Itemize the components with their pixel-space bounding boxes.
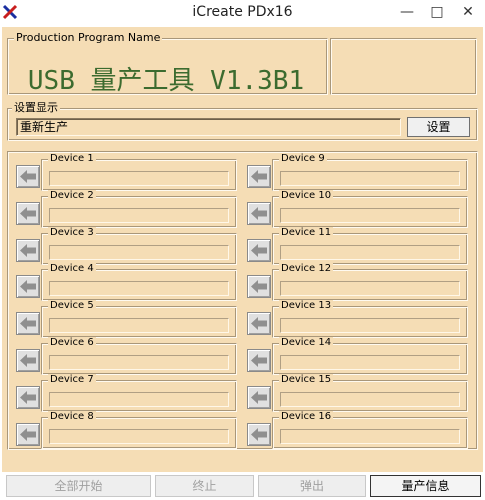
device-7-status-button[interactable] — [16, 386, 40, 409]
device-12-status-button[interactable] — [247, 275, 271, 298]
device-10-slot: Device 10 — [272, 190, 468, 228]
restore-button[interactable]: □ — [426, 2, 448, 22]
left-arrow-icon — [20, 428, 36, 441]
device-4-status-button[interactable] — [16, 275, 40, 298]
device-9-status-button[interactable] — [247, 165, 271, 188]
device-label: Device 16 — [279, 411, 334, 423]
action-bar: 全部开始 终止 弹出 量产信息 — [0, 472, 485, 500]
device-label: Device 12 — [279, 263, 334, 275]
device-label: Device 4 — [48, 263, 96, 275]
device-6-progress-field — [49, 355, 229, 370]
left-arrow-icon — [251, 244, 267, 257]
device-13-status-button[interactable] — [247, 312, 271, 335]
eject-button[interactable]: 弹出 — [258, 475, 366, 497]
program-name-value: USB 量产工具 V1.3B1 — [27, 66, 305, 96]
device-15-slot: Device 15 — [272, 374, 468, 412]
left-arrow-icon — [251, 317, 267, 330]
program-info-box — [330, 38, 477, 95]
device-10-progress-field — [280, 208, 460, 223]
minimize-button[interactable]: — — [396, 2, 418, 22]
device-15-progress-field — [280, 392, 460, 407]
device-14-progress-field — [280, 355, 460, 370]
device-5-progress-field — [49, 318, 229, 333]
device-7-slot: Device 7 — [41, 374, 237, 412]
device-4-slot: Device 4 — [41, 263, 237, 301]
settings-display-label: 设置显示 — [12, 101, 60, 114]
left-arrow-icon — [20, 391, 36, 404]
settings-button[interactable]: 设置 — [407, 117, 470, 137]
device-6-slot: Device 6 — [41, 337, 237, 375]
device-11-progress-field — [280, 245, 460, 260]
device-label: Device 10 — [279, 190, 334, 202]
device-8-slot: Device 8 — [41, 411, 237, 449]
device-label: Device 9 — [279, 153, 327, 165]
left-arrow-icon — [251, 428, 267, 441]
device-label: Device 7 — [48, 374, 96, 386]
device-8-status-button[interactable] — [16, 423, 40, 446]
program-name-label: Production Program Name — [14, 31, 163, 44]
left-arrow-icon — [251, 354, 267, 367]
device-5-slot: Device 5 — [41, 300, 237, 338]
device-7-progress-field — [49, 392, 229, 407]
device-5-status-button[interactable] — [16, 312, 40, 335]
device-14-status-button[interactable] — [247, 349, 271, 372]
left-arrow-icon — [20, 317, 36, 330]
left-arrow-icon — [20, 354, 36, 367]
device-label: Device 1 — [48, 153, 96, 165]
device-label: Device 6 — [48, 337, 96, 349]
device-label: Device 8 — [48, 411, 96, 423]
main-panel: Production Program Name USB 量产工具 V1.3B1 … — [2, 27, 483, 498]
device-3-slot: Device 3 — [41, 227, 237, 265]
device-1-progress-field — [49, 171, 229, 186]
device-label: Device 3 — [48, 227, 96, 239]
left-arrow-icon — [20, 244, 36, 257]
device-2-progress-field — [49, 208, 229, 223]
device-12-slot: Device 12 — [272, 263, 468, 301]
title-bar[interactable]: iCreate PDx16 — □ ✕ — [0, 0, 485, 26]
left-arrow-icon — [251, 207, 267, 220]
device-6-status-button[interactable] — [16, 349, 40, 372]
device-16-status-button[interactable] — [247, 423, 271, 446]
device-3-status-button[interactable] — [16, 239, 40, 262]
device-11-status-button[interactable] — [247, 239, 271, 262]
left-arrow-icon — [251, 391, 267, 404]
device-9-progress-field — [280, 171, 460, 186]
production-info-button[interactable]: 量产信息 — [370, 475, 481, 497]
device-9-slot: Device 9 — [272, 153, 468, 191]
device-4-progress-field — [49, 281, 229, 296]
left-arrow-icon — [20, 170, 36, 183]
device-14-slot: Device 14 — [272, 337, 468, 375]
device-label: Device 15 — [279, 374, 334, 386]
left-arrow-icon — [251, 170, 267, 183]
close-button[interactable]: ✕ — [457, 2, 479, 22]
device-13-slot: Device 13 — [272, 300, 468, 338]
device-8-progress-field — [49, 429, 229, 444]
device-label: Device 2 — [48, 190, 96, 202]
settings-display-field: 重新生产 — [16, 118, 401, 136]
device-16-slot: Device 16 — [272, 411, 468, 449]
device-label: Device 14 — [279, 337, 334, 349]
device-label: Device 11 — [279, 227, 334, 239]
device-15-status-button[interactable] — [247, 386, 271, 409]
device-11-slot: Device 11 — [272, 227, 468, 265]
device-3-progress-field — [49, 245, 229, 260]
start-all-button[interactable]: 全部开始 — [6, 475, 151, 497]
device-2-slot: Device 2 — [41, 190, 237, 228]
device-13-progress-field — [280, 318, 460, 333]
left-arrow-icon — [20, 207, 36, 220]
device-label: Device 13 — [279, 300, 334, 312]
device-10-status-button[interactable] — [247, 202, 271, 225]
device-2-status-button[interactable] — [16, 202, 40, 225]
device-label: Device 5 — [48, 300, 96, 312]
program-name-group: Production Program Name USB 量产工具 V1.3B1 — [7, 32, 328, 96]
device-16-progress-field — [280, 429, 460, 444]
device-1-status-button[interactable] — [16, 165, 40, 188]
left-arrow-icon — [20, 280, 36, 293]
device-1-slot: Device 1 — [41, 153, 237, 191]
device-12-progress-field — [280, 281, 460, 296]
stop-button[interactable]: 终止 — [155, 475, 254, 497]
left-arrow-icon — [251, 280, 267, 293]
